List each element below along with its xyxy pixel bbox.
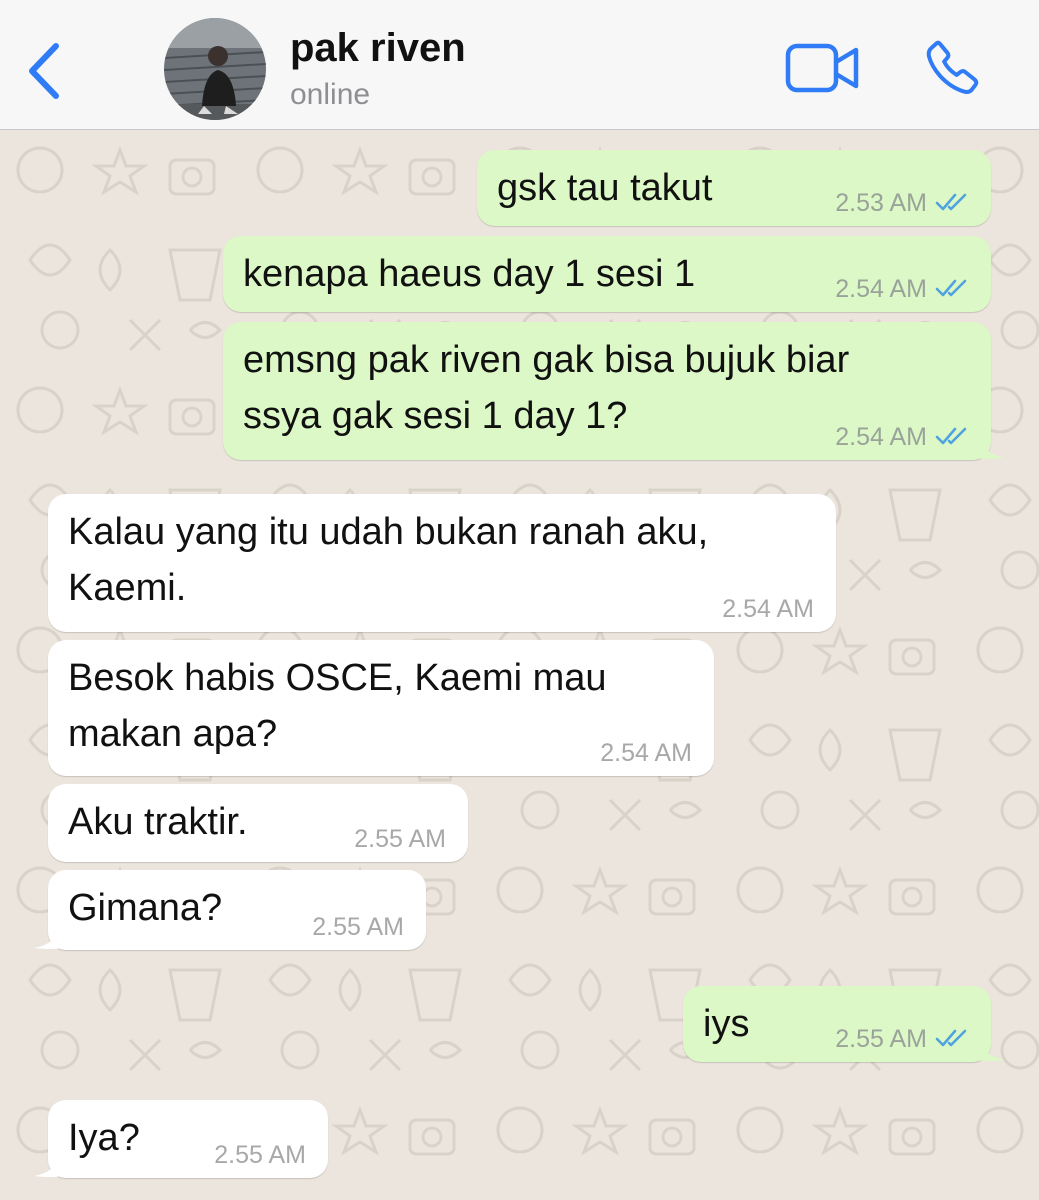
message-text: emsng pak riven gak bisa bujuk biar <box>243 339 850 381</box>
message-meta: 2.53 AM <box>835 188 969 218</box>
phone-icon <box>926 40 979 94</box>
message-time: 2.53 AM <box>835 189 927 217</box>
message-bubble-outgoing[interactable]: kenapa haeus day 1 sesi 1 2.54 AM <box>223 236 991 312</box>
contact-avatar[interactable] <box>164 18 266 120</box>
message-bubble-incoming[interactable]: Kalau yang itu udah bukan ranah aku, Kae… <box>48 494 836 632</box>
double-check-icon <box>935 1030 967 1047</box>
contact-name[interactable]: pak riven <box>290 26 466 71</box>
message-meta: 2.54 AM <box>835 422 969 452</box>
message-bubble-incoming[interactable]: Gimana? 2.55 AM <box>34 870 426 950</box>
message-time: 2.55 AM <box>354 825 446 853</box>
message-time: 2.54 AM <box>722 595 814 623</box>
message-time: 2.55 AM <box>312 913 404 941</box>
message-meta: 2.55 AM <box>835 1024 969 1054</box>
message-text: Kaemi. <box>68 567 187 609</box>
bubble-tail <box>977 436 1005 459</box>
message-text: Besok habis OSCE, Kaemi mau <box>68 657 607 699</box>
bubble-tail <box>977 1038 1005 1061</box>
contact-status: online <box>290 78 371 111</box>
message-bubble-outgoing[interactable]: emsng pak riven gak bisa bujuk biar ssya… <box>223 322 1005 460</box>
voice-call-button[interactable] <box>922 36 986 100</box>
double-check-icon <box>935 194 967 211</box>
message-bubble-incoming[interactable]: Iya? 2.55 AM <box>34 1100 328 1178</box>
message-time: 2.54 AM <box>600 739 692 767</box>
message-bubble-incoming[interactable]: Aku traktir. 2.55 AM <box>48 784 468 862</box>
message-bubble-outgoing[interactable]: gsk tau takut 2.53 AM <box>477 150 991 226</box>
message-text: Kalau yang itu udah bukan ranah aku, <box>68 511 709 553</box>
chevron-left-icon <box>29 43 59 99</box>
message-time: 2.54 AM <box>835 423 927 451</box>
message-time: 2.55 AM <box>835 1025 927 1053</box>
message-time: 2.55 AM <box>214 1141 306 1169</box>
back-button[interactable] <box>18 36 68 106</box>
chat-area[interactable]: gsk tau takut 2.53 AM kenapa haeus day 1… <box>0 130 1039 1200</box>
double-check-icon <box>935 280 967 297</box>
message-time: 2.54 AM <box>835 275 927 303</box>
bubble-tail <box>34 1154 62 1177</box>
bubble-tail <box>34 926 62 949</box>
double-check-icon <box>935 428 967 445</box>
video-call-button[interactable] <box>784 40 862 96</box>
message-bubble-incoming[interactable]: Besok habis OSCE, Kaemi mau makan apa? 2… <box>48 640 714 776</box>
video-camera-icon <box>785 43 859 93</box>
chat-header: pak riven online <box>0 0 1039 130</box>
message-meta: 2.54 AM <box>835 274 969 304</box>
message-bubble-outgoing[interactable]: iys 2.55 AM <box>683 986 1005 1062</box>
